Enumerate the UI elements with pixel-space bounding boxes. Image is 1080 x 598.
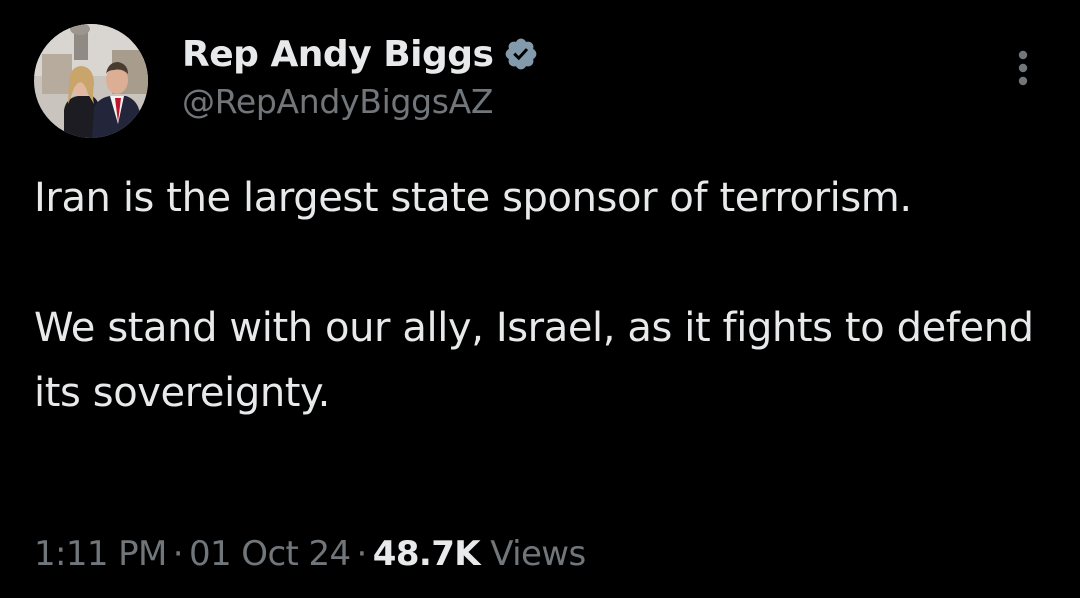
meta-separator: · bbox=[356, 534, 368, 574]
author-avatar[interactable] bbox=[34, 24, 148, 138]
avatar-photo bbox=[34, 24, 148, 138]
author-display-name[interactable]: Rep Andy Biggs bbox=[182, 34, 494, 75]
views-count: 48.7K bbox=[372, 534, 481, 574]
name-row: Rep Andy Biggs bbox=[182, 30, 539, 78]
verified-badge-icon bbox=[503, 36, 539, 72]
views-label: Views bbox=[490, 534, 586, 574]
tweet-header: Rep Andy Biggs @RepAndyBiggsAZ bbox=[182, 30, 539, 121]
tweet-paragraph: We stand with our ally, Israel, as it fi… bbox=[34, 305, 1034, 416]
tweet-text: Iran is the largest state sponsor of ter… bbox=[34, 166, 1044, 426]
tweet-card: Rep Andy Biggs @RepAndyBiggsAZ Iran is t… bbox=[0, 0, 1080, 598]
tweet-time[interactable]: 1:11 PM bbox=[34, 534, 167, 574]
author-handle[interactable]: @RepAndyBiggsAZ bbox=[182, 82, 539, 121]
tweet-meta: 1:11 PM · 01 Oct 24 · 48.7K Views bbox=[34, 534, 586, 574]
meta-separator: · bbox=[172, 534, 184, 574]
more-options-icon bbox=[1018, 50, 1028, 86]
tweet-paragraph: Iran is the largest state sponsor of ter… bbox=[34, 175, 912, 221]
tweet-date[interactable]: 01 Oct 24 bbox=[189, 534, 351, 574]
more-options-button[interactable] bbox=[1006, 50, 1040, 90]
